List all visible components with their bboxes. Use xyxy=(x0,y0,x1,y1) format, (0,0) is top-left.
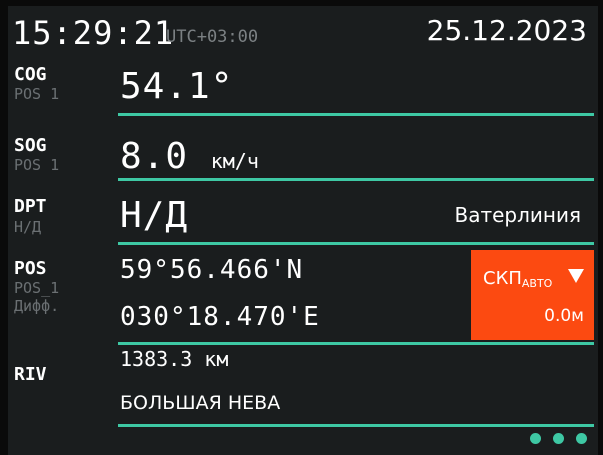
nav-data-screen: 15:29:21 UTC+03:00 25.12.2023 COG POS 1 … xyxy=(0,0,603,455)
more-dots-icon[interactable] xyxy=(530,433,587,444)
longitude-value: 030°18.470'E xyxy=(120,302,320,332)
dot-1 xyxy=(530,433,541,444)
sog-value: 8.0 xyxy=(120,136,189,177)
riv-separator xyxy=(118,424,594,427)
riv-unit: км xyxy=(204,347,229,371)
pos-separator xyxy=(118,342,594,345)
frame-border-top xyxy=(0,0,603,6)
frame-border-right xyxy=(598,0,603,455)
frame-border-left xyxy=(0,0,8,455)
skp-title-sub: АВТО xyxy=(521,277,553,290)
cog-value: 54.1° xyxy=(120,66,234,107)
dot-2 xyxy=(553,433,564,444)
skp-title: СКПАВТО xyxy=(483,268,552,290)
riv-label: RIV xyxy=(14,364,47,385)
dot-3 xyxy=(576,433,587,444)
dpt-reference: Ватерлиния xyxy=(454,203,581,227)
pos-source: POS_1 xyxy=(14,279,60,297)
dpt-label: DPT xyxy=(14,196,47,217)
skp-value: 0.0м xyxy=(544,306,584,326)
sog-value-row: 8.0 км/ч xyxy=(120,136,259,177)
riv-name: БОЛЬШАЯ НЕВА xyxy=(120,392,281,414)
cog-source: POS 1 xyxy=(14,85,60,103)
dpt-source: Н/Д xyxy=(14,218,42,236)
pos-fix-mode: Дифф. xyxy=(14,297,60,315)
pos-label: POS xyxy=(14,258,47,279)
dpt-separator xyxy=(118,242,594,245)
sog-label: SOG xyxy=(14,135,47,156)
timezone-label: UTC+03:00 xyxy=(166,27,259,47)
sog-unit: км/ч xyxy=(210,149,259,173)
triangle-down-icon xyxy=(568,269,584,283)
dpt-value: Н/Д xyxy=(120,195,189,236)
skp-selector-button[interactable]: СКПАВТО 0.0м xyxy=(471,250,594,340)
riv-distance-row: 1383.3 км xyxy=(120,347,228,371)
cog-label: COG xyxy=(14,64,47,85)
cog-separator xyxy=(118,113,594,116)
date-label: 25.12.2023 xyxy=(426,14,587,47)
riv-distance: 1383.3 xyxy=(120,347,193,371)
clock-time: 15:29:21 xyxy=(12,14,175,52)
latitude-value: 59°56.466'N xyxy=(120,255,304,285)
sog-source: POS 1 xyxy=(14,156,60,174)
sog-separator xyxy=(118,178,594,181)
skp-title-text: СКП xyxy=(483,268,522,289)
